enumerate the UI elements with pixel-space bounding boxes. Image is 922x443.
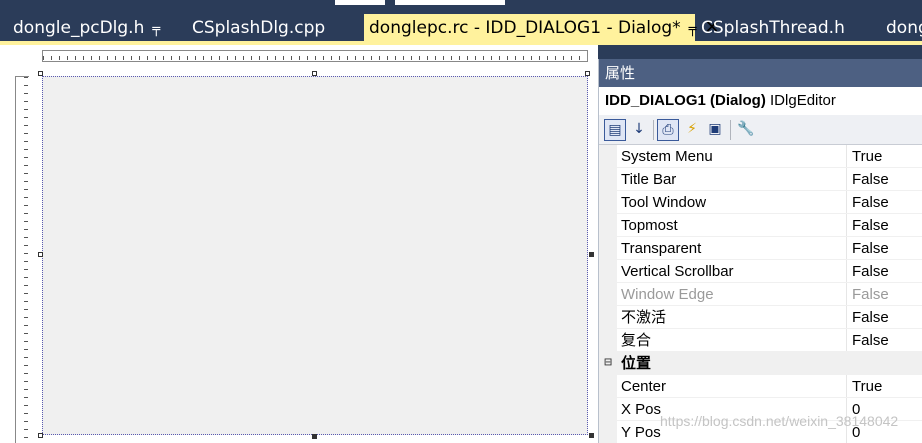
property-name: Topmost — [617, 214, 847, 236]
categorized-icon[interactable]: ▤ — [604, 119, 626, 141]
properties-panel: 属性 IDD_DIALOG1 (Dialog) IDlgEditor ▤ ↓ ⎙… — [598, 59, 922, 443]
collapse-icon[interactable]: ⊟ — [599, 352, 617, 374]
pin-icon[interactable]: ╤ — [689, 22, 697, 37]
property-name: Title Bar — [617, 168, 847, 190]
tab-csplashthread-h[interactable]: CSplashThread.h — [701, 14, 845, 41]
property-value[interactable]: False — [847, 260, 922, 282]
property-name: System Menu — [617, 145, 847, 167]
category-label: 位置 — [617, 352, 922, 374]
tab-label: dongle_pcDlg.h — [13, 18, 145, 38]
property-name: Transparent — [617, 237, 847, 259]
messages-icon[interactable]: ▣ — [704, 119, 726, 141]
property-name: 复合 — [617, 329, 847, 351]
property-grid: System Menu True Title Bar False Tool Wind… — [599, 145, 922, 443]
property-name: 不激活 — [617, 306, 847, 328]
properties-icon[interactable]: ⎙ — [657, 119, 679, 141]
tab-label: donglepc.rc - IDD_DIALOG1 - Dialog* — [369, 18, 681, 38]
property-name: Window Edge — [617, 283, 847, 305]
tab-label: CSplashThread.h — [701, 18, 845, 38]
property-row-window-edge[interactable]: Window Edge False — [599, 283, 922, 306]
property-value[interactable]: False — [847, 237, 922, 259]
resize-handle[interactable] — [585, 71, 590, 76]
dialog-canvas[interactable] — [42, 76, 588, 435]
property-row-topmost[interactable]: Topmost False — [599, 214, 922, 237]
dialog-designer-surface — [0, 45, 598, 443]
property-row-system-menu[interactable]: System Menu True — [599, 145, 922, 168]
top-strip-piece — [335, 0, 385, 5]
resize-handle[interactable] — [312, 434, 317, 439]
toolbar-separator — [730, 120, 731, 140]
tab-label: dong — [886, 18, 922, 38]
horizontal-ruler[interactable] — [42, 50, 588, 62]
property-value[interactable]: False — [847, 168, 922, 190]
resize-handle[interactable] — [589, 252, 594, 257]
property-value[interactable]: True — [847, 375, 922, 397]
property-row-vertical-scrollbar[interactable]: Vertical Scrollbar False — [599, 260, 922, 283]
tab-label: CSplashDlg.cpp — [192, 18, 326, 38]
pin-icon[interactable]: ╤ — [152, 22, 160, 37]
resize-handle[interactable] — [589, 433, 594, 438]
tab-overflow[interactable]: dong — [886, 14, 922, 41]
object-selector[interactable]: IDD_DIALOG1 (Dialog) IDlgEditor — [599, 87, 922, 115]
tab-dongle-pcdlg-h[interactable]: dongle_pcDlg.h ╤ — [13, 14, 160, 41]
properties-toolbar: ▤ ↓ ⎙ ⚡ ▣ 🔧 — [599, 115, 922, 145]
property-name: Center — [617, 375, 847, 397]
top-strip-piece — [395, 0, 505, 5]
property-row-composited[interactable]: 复合 False — [599, 329, 922, 352]
resize-handle[interactable] — [38, 71, 43, 76]
property-value[interactable]: True — [847, 145, 922, 167]
property-row-transparent[interactable]: Transparent False — [599, 237, 922, 260]
property-row-no-activate[interactable]: 不激活 False — [599, 306, 922, 329]
watermark-text: https://blog.csdn.net/weixin_38148042 — [660, 413, 899, 429]
alphabetical-icon[interactable]: ↓ — [628, 119, 650, 141]
property-category-position[interactable]: ⊟ 位置 — [599, 352, 922, 375]
property-value[interactable]: False — [847, 329, 922, 351]
property-row-center[interactable]: Center True — [599, 375, 922, 398]
tab-donglepc-rc[interactable]: donglepc.rc - IDD_DIALOG1 - Dialog* ╤ ✕ — [364, 14, 720, 41]
document-tab-bar: dongle_pcDlg.h ╤ CSplashDlg.cpp donglepc.… — [0, 14, 922, 41]
tab-csplashdlg-cpp[interactable]: CSplashDlg.cpp — [192, 14, 325, 41]
property-value[interactable]: False — [847, 306, 922, 328]
property-row-title-bar[interactable]: Title Bar False — [599, 168, 922, 191]
vertical-ruler[interactable] — [15, 76, 29, 443]
object-name: IDD_DIALOG1 (Dialog) — [605, 92, 766, 109]
resize-handle[interactable] — [38, 252, 43, 257]
property-name: Tool Window — [617, 191, 847, 213]
resize-handle[interactable] — [38, 433, 43, 438]
top-strip — [0, 0, 922, 8]
property-value[interactable]: False — [847, 191, 922, 213]
property-row-tool-window[interactable]: Tool Window False — [599, 191, 922, 214]
toolbar-separator — [653, 120, 654, 140]
property-value: False — [847, 283, 922, 305]
property-value[interactable]: False — [847, 214, 922, 236]
property-name: Vertical Scrollbar — [617, 260, 847, 282]
properties-panel-title[interactable]: 属性 — [599, 59, 922, 87]
property-pages-icon[interactable]: 🔧 — [735, 119, 757, 141]
object-type: IDlgEditor — [770, 92, 836, 109]
events-icon[interactable]: ⚡ — [681, 119, 703, 141]
resize-handle[interactable] — [312, 71, 317, 76]
